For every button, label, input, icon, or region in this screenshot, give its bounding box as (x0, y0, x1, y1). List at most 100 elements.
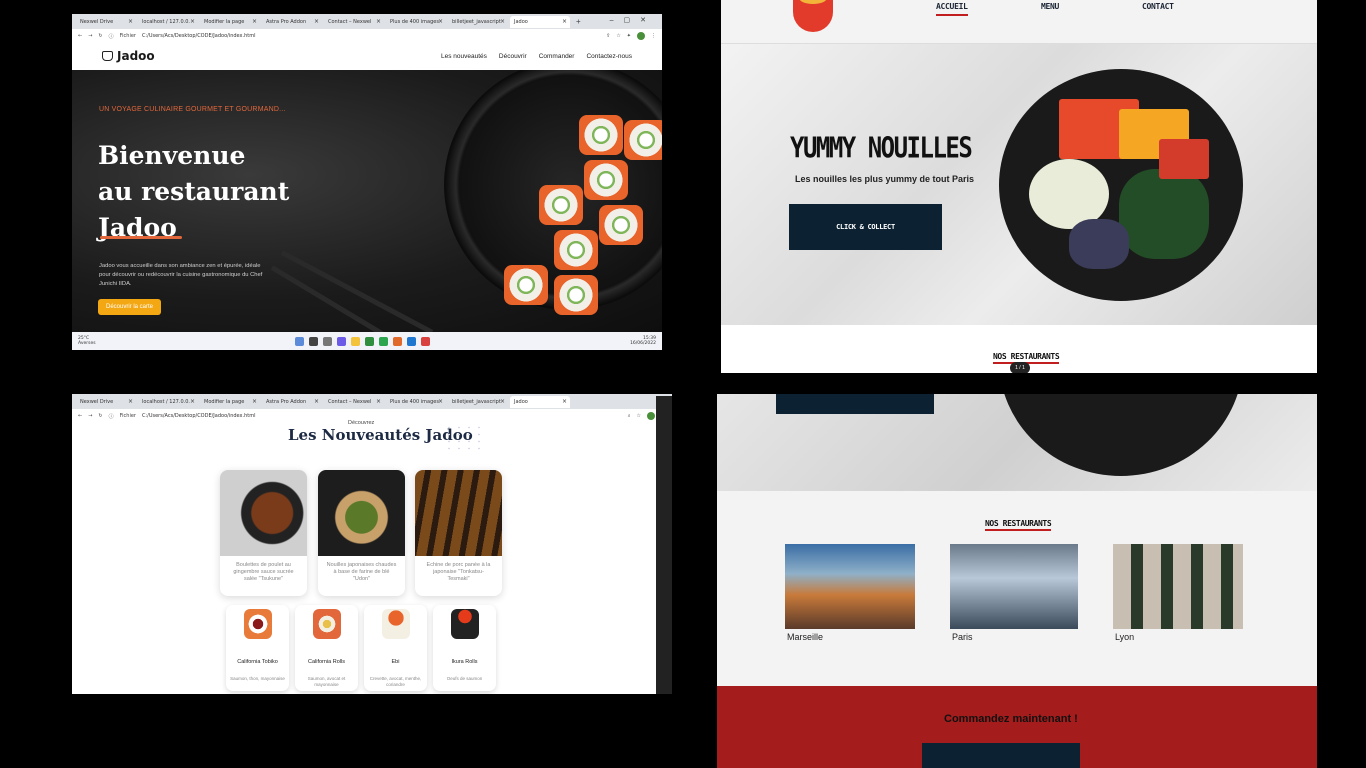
tab-label: Modifier la page (204, 399, 245, 405)
roll-card[interactable]: California Tobiko Saumon, thon, mayonnai… (226, 605, 289, 691)
click-collect-button-partial[interactable] (776, 394, 934, 414)
window-controls[interactable]: –▢✕ (610, 16, 656, 24)
start-icon[interactable] (295, 336, 305, 346)
star-icon[interactable]: ☆ (637, 413, 641, 419)
tab[interactable]: Modifier la page × (200, 16, 260, 28)
roll-image (450, 609, 479, 639)
url-text[interactable]: C:/Users/Acs/Desktop/CODE/Jadoo/index.ht… (142, 33, 600, 39)
search-icon[interactable] (309, 336, 319, 346)
clock[interactable]: 15:39 16/06/2022 (630, 336, 656, 346)
back-icon[interactable]: ← (78, 413, 82, 419)
close-icon[interactable]: × (314, 396, 319, 408)
reload-icon[interactable]: ↻ (98, 413, 102, 419)
taskview-icon[interactable] (323, 336, 333, 346)
forward-icon[interactable]: → (88, 33, 92, 39)
restaurant-card[interactable]: Lyon (1113, 544, 1243, 642)
tab[interactable]: Nexwel Drive × (76, 16, 136, 28)
noodle-bowl-logo[interactable] (793, 0, 833, 32)
tab-label: Astra Pro Addon (266, 19, 307, 25)
app-icon[interactable] (393, 336, 403, 346)
site-logo[interactable]: Jadoo (102, 49, 155, 63)
app-icon[interactable] (421, 336, 431, 346)
restaurant-card[interactable]: Marseille (785, 544, 915, 642)
tab[interactable]: Contact – Nexwel × (324, 396, 384, 408)
avatar[interactable] (647, 412, 655, 420)
nav-contact[interactable]: CONTACT (1142, 2, 1174, 11)
chat-icon[interactable] (337, 336, 347, 346)
tab-active[interactable]: Jadoo × (510, 16, 570, 28)
menu-item-contact[interactable]: Contactez-nous (586, 53, 632, 60)
chrome-icon[interactable] (365, 336, 375, 346)
close-icon[interactable]: × (438, 396, 443, 408)
tab[interactable]: Contact – Nexwel × (324, 16, 384, 28)
search-icon[interactable]: ⌕ (628, 413, 631, 419)
tab[interactable]: billetjeet_javascript × (448, 16, 508, 28)
url-text[interactable]: C:/Users/Acs/Desktop/CODE/Jadoo/index.ht… (142, 413, 622, 419)
section-title: NOS RESTAURANTS (993, 352, 1060, 364)
tab[interactable]: localhost / 127.0.0. × (138, 16, 198, 28)
edge-icon[interactable] (407, 336, 417, 346)
star-icon[interactable]: ☆ (616, 33, 620, 39)
new-tab-button[interactable]: + (576, 16, 581, 28)
close-icon[interactable]: × (376, 16, 381, 28)
order-section: Commandez maintenant ! CLICK & COLLECT (717, 686, 1317, 768)
tab[interactable]: Modifier la page × (200, 396, 260, 408)
forward-icon[interactable]: → (88, 413, 92, 419)
hero-kicker: UN VOYAGE CULINAIRE GOURMET ET GOURMAND.… (99, 106, 286, 113)
menu-item-commander[interactable]: Commander (539, 53, 575, 60)
nav-accueil[interactable]: ACCUEIL (936, 2, 968, 16)
hero-bottom (717, 394, 1317, 491)
close-icon[interactable]: × (252, 396, 257, 408)
nav-menu[interactable]: MENU (1041, 2, 1059, 11)
close-icon[interactable]: × (190, 396, 195, 408)
restaurant-card[interactable]: Paris (950, 544, 1078, 642)
close-icon[interactable]: × (562, 16, 567, 28)
tab[interactable]: Astra Pro Addon × (262, 396, 322, 408)
chopstick-image (270, 265, 420, 332)
card-text: Boulettes de poulet au gingembre sauce s… (233, 562, 294, 582)
click-collect-button[interactable]: CLICK & COLLECT (922, 743, 1080, 768)
roll-card[interactable]: Ebi Crevette, avocat, menthe, coriandre (364, 605, 427, 691)
roll-desc: Saumon, thon, mayonnaise (230, 676, 285, 681)
featured-card[interactable]: Boulettes de poulet au gingembre sauce s… (220, 470, 307, 596)
tab[interactable]: billetjeet_javascript × (448, 396, 508, 408)
roll-image (312, 609, 341, 639)
menu-icon[interactable]: ⋮ (651, 33, 656, 39)
close-icon[interactable]: × (500, 16, 505, 28)
back-icon[interactable]: ← (78, 33, 82, 39)
share-icon[interactable]: ⇪ (606, 33, 610, 39)
tab[interactable]: Plus de 400 images × (386, 396, 446, 408)
discover-menu-button[interactable]: Découvrir la carte (98, 299, 162, 315)
menu-item-nouveautes[interactable]: Les nouveautés (441, 53, 487, 60)
featured-card[interactable]: Nouilles japonaises chaudes à base de fa… (318, 470, 405, 596)
menu-item-decouvrir[interactable]: Découvrir (499, 53, 527, 60)
close-icon[interactable]: × (128, 396, 133, 408)
featured-card[interactable]: Echine de porc panée à la japonaise "Ton… (415, 470, 502, 596)
close-icon[interactable]: × (438, 16, 443, 28)
roll-name: Ikura Rolls (451, 659, 478, 665)
weather-widget[interactable]: 25°C Averses (78, 336, 96, 346)
folder-icon[interactable] (351, 336, 361, 346)
tab[interactable]: Nexwel Drive × (76, 396, 136, 408)
spotify-icon[interactable] (379, 336, 389, 346)
tab[interactable]: Plus de 400 images × (386, 16, 446, 28)
close-icon[interactable]: × (190, 16, 195, 28)
close-icon[interactable]: × (128, 16, 133, 28)
close-icon[interactable]: × (376, 396, 381, 408)
close-icon[interactable]: × (500, 396, 505, 408)
tab[interactable]: localhost / 127.0.0. × (138, 396, 198, 408)
tab[interactable]: Astra Pro Addon × (262, 16, 322, 28)
close-icon[interactable]: × (562, 396, 567, 408)
tab-active[interactable]: Jadoo × (510, 396, 570, 408)
reload-icon[interactable]: ↻ (98, 33, 102, 39)
address-bar[interactable]: ← → ↻ ⓘ Fichier C:/Users/Acs/Desktop/COD… (72, 29, 662, 43)
extensions-icon[interactable]: ✦ (627, 33, 631, 39)
click-collect-button[interactable]: CLICK & COLLECT (789, 204, 942, 250)
close-icon[interactable]: × (252, 16, 257, 28)
roll-card[interactable]: California Rolls Saumon, avocat et mayon… (295, 605, 358, 691)
tab-label: Nexwel Drive (80, 19, 114, 25)
avatar[interactable] (637, 32, 645, 40)
roll-card[interactable]: Ikura Rolls Oeufs de saumon (433, 605, 496, 691)
scrollbar[interactable] (656, 396, 672, 694)
close-icon[interactable]: × (314, 16, 319, 28)
